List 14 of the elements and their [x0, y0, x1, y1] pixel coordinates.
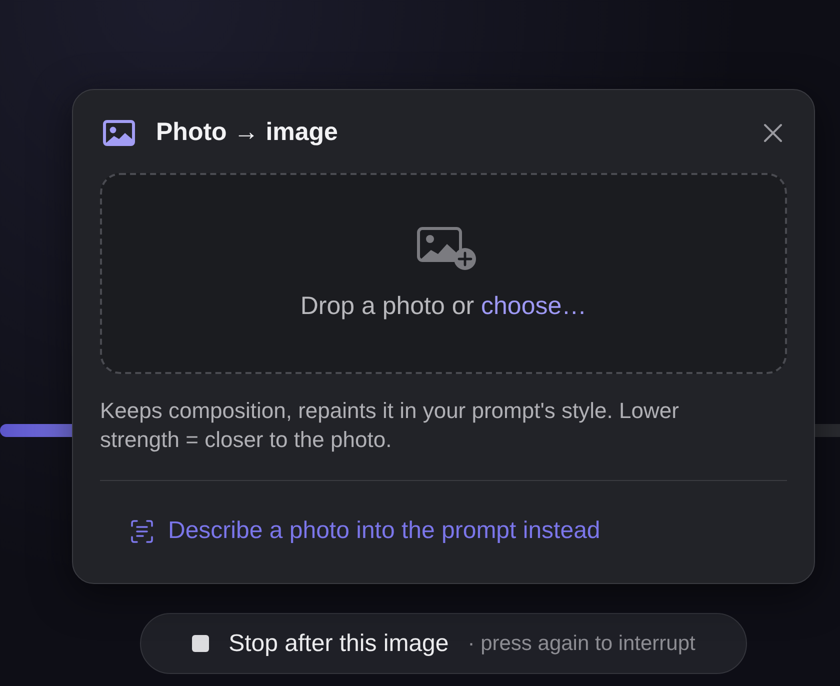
stop-icon: [192, 635, 209, 652]
drop-zone[interactable]: Drop a photo or choose…: [100, 173, 787, 374]
drop-prompt: Drop a photo or choose…: [300, 292, 587, 320]
image-icon: [103, 120, 135, 146]
interrupt-hint: · press again to interrupt: [468, 630, 696, 657]
close-icon: [763, 122, 783, 142]
image-plus-icon: [416, 227, 476, 270]
dialog-title: Photo → image: [156, 116, 338, 148]
describe-photo-button[interactable]: Describe a photo into the prompt instead: [116, 510, 616, 552]
slider-fill: [0, 424, 72, 437]
description-text: Keeps composition, repaints it in your prompt's style. Lower strength = closer to the photo.: [100, 397, 680, 454]
choose-link[interactable]: choose…: [481, 292, 587, 320]
stop-button[interactable]: Stop after this image · press again to interrupt: [140, 613, 747, 674]
scan-text-icon: [131, 520, 153, 542]
